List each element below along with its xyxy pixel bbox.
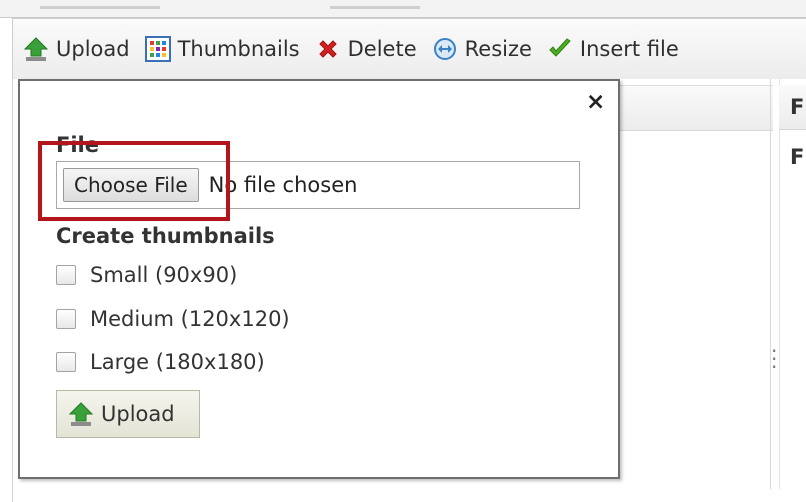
large-option-label: Large (180x180) — [90, 350, 265, 374]
small-option-label: Small (90x90) — [90, 263, 238, 287]
toolbar-thumbnails-button[interactable]: Thumbnails — [144, 29, 300, 69]
thumbnail-option-large[interactable]: Large (180x180) — [56, 350, 265, 374]
toolbar-insert-file-label: Insert file — [579, 37, 679, 61]
splitter-grip-icon[interactable]: · · · — [771, 341, 777, 377]
medium-option-label: Medium (120x120) — [90, 307, 290, 331]
toolbar-resize-button[interactable]: Resize — [431, 29, 532, 69]
details-header-text: Fi — [790, 95, 806, 119]
top-edge-segment — [330, 6, 420, 9]
thumbnail-option-small[interactable]: Small (90x90) — [56, 263, 237, 287]
create-thumbnails-heading: Create thumbnails — [56, 224, 275, 248]
thumbnails-grid-icon — [144, 35, 172, 63]
file-manager-toolbar: Upload Thumbnails Delete Resize Insert f… — [12, 18, 806, 80]
top-edge-segment — [40, 6, 160, 9]
toolbar-delete-label: Delete — [347, 37, 417, 61]
details-row-text: Fi — [790, 145, 806, 169]
toolbar-insert-file-button[interactable]: Insert file — [546, 29, 679, 69]
upload-arrow-icon — [22, 35, 50, 63]
toolbar-resize-label: Resize — [464, 37, 532, 61]
upload-dialog: × File Choose File No file chosen Create… — [18, 79, 620, 479]
file-list-column-header — [613, 85, 773, 131]
delete-x-icon — [314, 35, 342, 63]
no-file-chosen-text: No file chosen — [208, 173, 358, 197]
small-checkbox[interactable] — [56, 265, 76, 285]
thumbnail-option-medium[interactable]: Medium (120x120) — [56, 307, 290, 331]
window-top-edge — [0, 0, 806, 18]
toolbar-upload-label: Upload — [56, 37, 130, 61]
upload-submit-button[interactable]: Upload — [56, 390, 200, 438]
upload-arrow-icon — [67, 400, 95, 428]
checkmark-icon — [546, 35, 574, 63]
upload-submit-label: Upload — [101, 402, 175, 426]
resize-icon — [431, 35, 459, 63]
highlight-box — [38, 141, 230, 221]
toolbar-thumbnails-label: Thumbnails — [177, 37, 300, 61]
medium-checkbox[interactable] — [56, 309, 76, 329]
large-checkbox[interactable] — [56, 352, 76, 372]
toolbar-upload-button[interactable]: Upload — [22, 29, 130, 69]
close-icon[interactable]: × — [586, 89, 605, 115]
panel-splitter[interactable] — [770, 79, 780, 489]
toolbar-delete-button[interactable]: Delete — [314, 29, 417, 69]
